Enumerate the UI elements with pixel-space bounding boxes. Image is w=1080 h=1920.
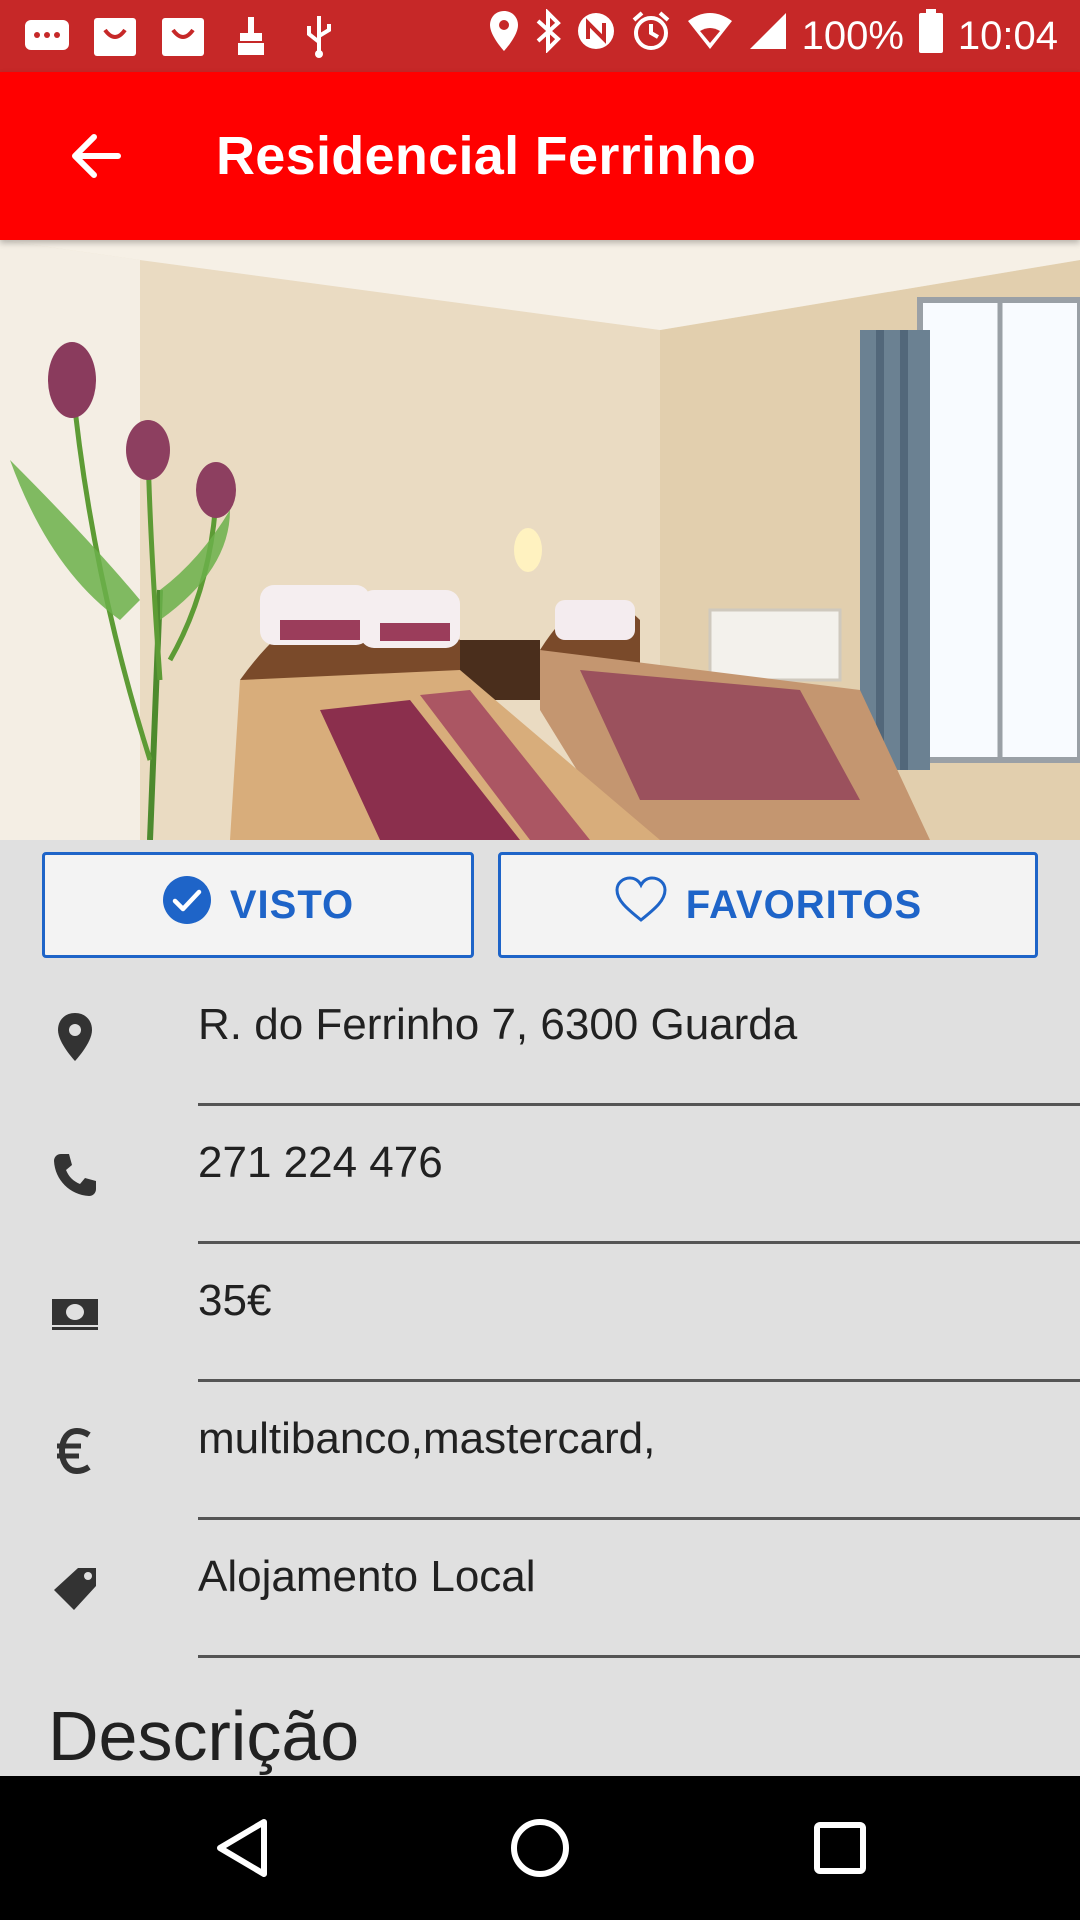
photo-gallery[interactable] — [0, 240, 1080, 840]
location-icon — [488, 9, 520, 63]
notification-icons — [22, 13, 344, 59]
shopping-bag-icon-2 — [158, 13, 208, 59]
nav-recents-icon[interactable] — [800, 1808, 880, 1888]
favoritos-button[interactable]: FAVORITOS — [498, 852, 1038, 958]
shopping-bag-icon — [90, 13, 140, 59]
cleaner-icon — [226, 13, 276, 59]
address-text: R. do Ferrinho 7, 6300 Guarda — [198, 1000, 798, 1049]
heart-outline-icon — [614, 876, 668, 934]
usb-icon — [294, 13, 344, 59]
visto-label: VISTO — [229, 882, 355, 927]
price-text: 35€ — [198, 1276, 272, 1325]
page-title: Residencial Ferrinho — [216, 126, 757, 186]
battery-level: 100% — [801, 13, 904, 58]
euro-icon — [44, 1420, 106, 1482]
category-row: Alojamento Local — [0, 1520, 1080, 1658]
nav-back-icon[interactable] — [202, 1808, 282, 1888]
battery-icon — [918, 9, 944, 63]
status-bar: 100% 10:04 — [0, 0, 1080, 72]
back-arrow-icon[interactable] — [66, 126, 126, 186]
payment-row: multibanco,mastercard, — [0, 1382, 1080, 1520]
phone-icon — [44, 1144, 106, 1206]
nfc-icon — [576, 11, 616, 61]
clock: 10:04 — [957, 13, 1058, 58]
tag-icon — [44, 1558, 106, 1620]
phone-row[interactable]: 271 224 476 — [0, 1106, 1080, 1244]
address-row[interactable]: R. do Ferrinho 7, 6300 Guarda — [0, 968, 1080, 1106]
hotel-room-photo — [0, 240, 1080, 840]
messages-icon — [22, 13, 72, 59]
visto-button[interactable]: VISTO — [42, 852, 474, 958]
phone-text: 271 224 476 — [198, 1138, 443, 1187]
navigation-bar — [0, 1776, 1080, 1920]
category-text: Alojamento Local — [198, 1552, 536, 1601]
divider — [198, 1655, 1080, 1658]
check-circle-icon — [162, 875, 212, 935]
wifi-icon — [686, 11, 734, 61]
payment-text: multibanco,mastercard, — [198, 1414, 656, 1463]
alarm-icon — [630, 10, 672, 62]
app-bar: Residencial Ferrinho — [0, 72, 1080, 240]
description-heading: Descrição — [48, 1697, 360, 1775]
location-pin-icon — [44, 1006, 106, 1068]
system-indicators: 100% 10:04 — [488, 8, 1058, 63]
favoritos-label: FAVORITOS — [685, 882, 923, 927]
bluetooth-icon — [534, 8, 562, 63]
signal-icon — [748, 11, 788, 61]
price-row: 35€ — [0, 1244, 1080, 1382]
nav-home-icon[interactable] — [500, 1808, 580, 1888]
money-icon — [44, 1282, 106, 1344]
